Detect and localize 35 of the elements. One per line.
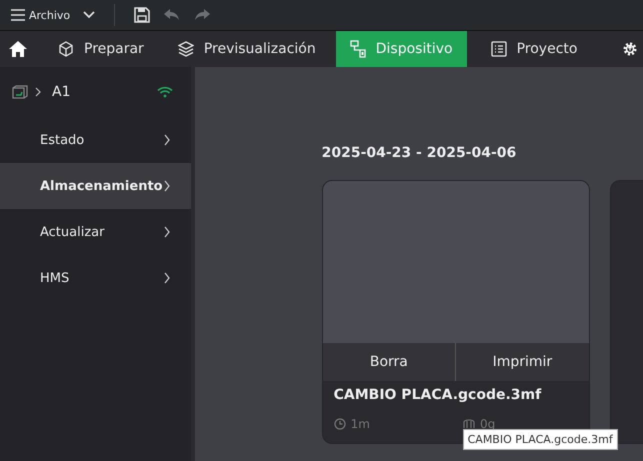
device-icon <box>350 40 366 58</box>
print-button[interactable]: Imprimir <box>455 343 589 381</box>
menu-button[interactable]: Archivo <box>10 8 70 22</box>
chevron-right-icon <box>162 180 171 192</box>
tab[interactable]: Preparar <box>58 31 154 67</box>
redo-icon[interactable] <box>193 8 212 22</box>
chevron-right-icon <box>162 134 171 146</box>
chevron-down-icon[interactable] <box>82 10 96 20</box>
filament-icon <box>462 419 475 429</box>
menu-icon <box>10 8 26 22</box>
file-name: CAMBIO PLACA.gcode.3mf <box>332 386 542 403</box>
chevron-right-icon <box>34 87 42 97</box>
date-range: 2025-04-23 - 2025-04-06 <box>322 145 518 161</box>
chevron-right-icon <box>162 272 171 284</box>
settings-icon[interactable] <box>623 42 637 56</box>
sidebar-item[interactable]: Almacenamiento <box>0 163 191 209</box>
print-time: 1m <box>350 417 370 431</box>
layers-icon <box>178 41 194 57</box>
printer-icon <box>12 85 28 99</box>
list-icon <box>490 41 507 57</box>
tab[interactable]: Previsualización <box>178 31 326 67</box>
home-icon[interactable] <box>8 40 28 58</box>
wifi-icon <box>156 86 173 98</box>
printer-name[interactable]: A1 <box>52 84 70 100</box>
chevron-right-icon <box>162 226 171 238</box>
sidebar-item[interactable]: HMS <box>0 255 191 301</box>
clock-icon <box>334 418 346 430</box>
save-icon[interactable] <box>133 6 152 24</box>
sidebar-item[interactable]: Estado <box>0 117 191 163</box>
undo-icon[interactable] <box>163 8 182 22</box>
cube-icon <box>58 41 74 57</box>
tab[interactable]: Proyecto <box>490 31 588 67</box>
delete-button[interactable]: Borra <box>322 343 456 381</box>
tooltip: CAMBIO PLACA.gcode.3mf <box>462 429 618 450</box>
sidebar-item[interactable]: Actualizar <box>0 209 191 255</box>
